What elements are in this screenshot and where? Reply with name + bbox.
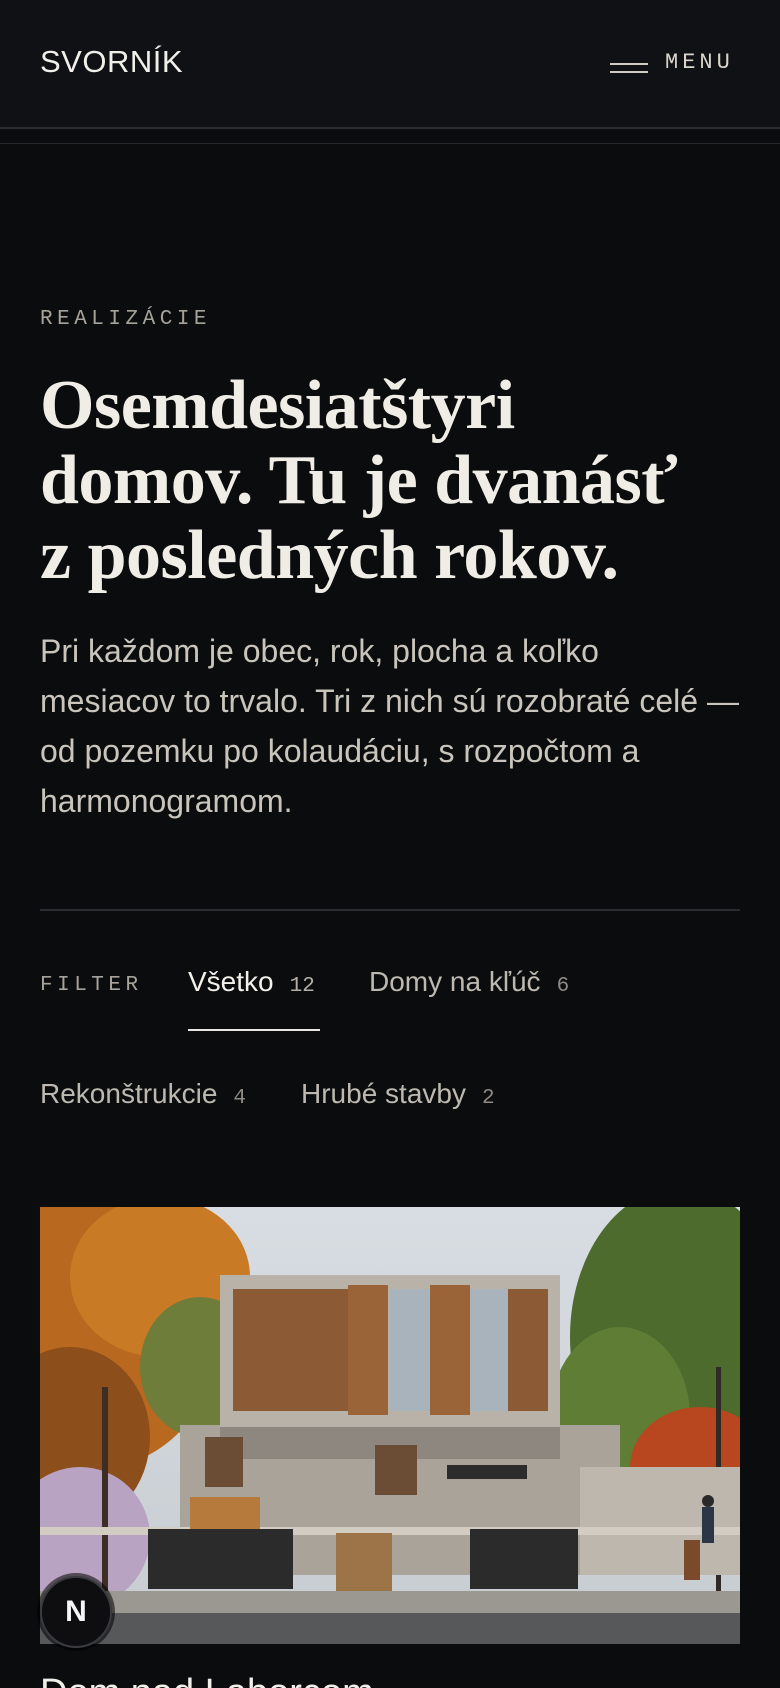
filter-option-turnkey[interactable]: Domy na kľúč 6 xyxy=(369,966,569,998)
active-filter-underline xyxy=(188,1029,320,1031)
filter-option-label: Rekonštrukcie xyxy=(40,1078,218,1109)
page: SVORNÍK MENU REALIZÁCIE Osemdesiatštyri … xyxy=(0,0,780,1688)
filter-option-shell[interactable]: Hrubé stavby 2 xyxy=(301,1078,495,1110)
intro-paragraph: Pri každom je obec, rok, plocha a koľko … xyxy=(40,633,739,819)
filter-option-label: Všetko xyxy=(188,966,274,997)
filter-option-count: 6 xyxy=(556,975,570,998)
filter-label: FILTER xyxy=(40,974,143,997)
filter-option-all[interactable]: Všetko 12 xyxy=(188,966,315,998)
page-headline: Osemdesiatštyri domov. Tu je dvanásť z p… xyxy=(40,368,740,593)
filter-option-label: Hrubé stavby xyxy=(301,1078,466,1109)
header-divider-secondary xyxy=(0,143,780,144)
filter-option-renovations[interactable]: Rekonštrukcie 4 xyxy=(40,1078,246,1110)
logo[interactable]: SVORNÍK xyxy=(40,44,183,80)
modern-house-photo xyxy=(40,1207,740,1644)
menu-button[interactable]: MENU xyxy=(608,42,743,82)
filter-option-label: Domy na kľúč xyxy=(369,966,541,997)
site-header: SVORNÍK MENU xyxy=(0,0,780,130)
section-divider xyxy=(40,909,740,911)
headline-line: Osemdesiatštyri xyxy=(40,367,515,444)
section-eyebrow: REALIZÁCIE xyxy=(40,308,212,331)
menu-label: MENU xyxy=(665,49,734,75)
headline-line: z posledných rokov. xyxy=(40,517,619,594)
n-badge-button[interactable]: N xyxy=(40,1576,112,1648)
n-logo-icon: N xyxy=(65,1595,87,1628)
hamburger-icon xyxy=(608,51,650,73)
filter-option-count: 12 xyxy=(289,975,315,998)
project-card-image[interactable] xyxy=(40,1207,740,1644)
headline-line: domov. Tu je dvanásť xyxy=(40,442,678,519)
filter-option-count: 4 xyxy=(233,1087,247,1110)
project-card-title[interactable]: Dom nad Laborcom xyxy=(40,1672,374,1688)
header-divider xyxy=(0,127,780,129)
filter-option-count: 2 xyxy=(481,1087,495,1110)
